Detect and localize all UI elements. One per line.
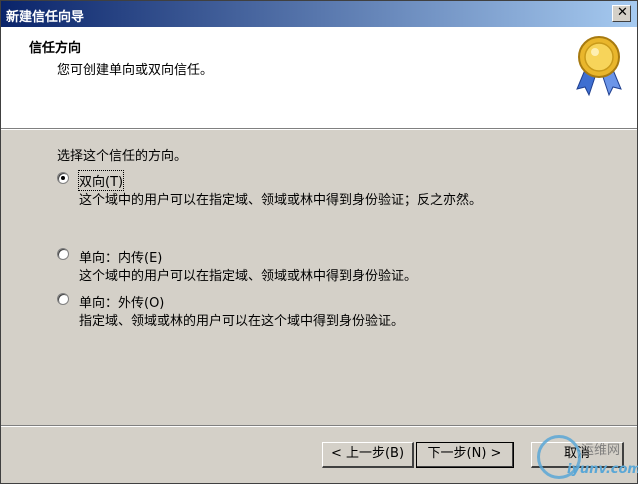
- wizard-window: 新建信任向导 ✕ 信任方向 您可创建单向或双向信任。 选择这个信任的方向。 双向…: [0, 0, 638, 484]
- header-panel: 信任方向 您可创建单向或双向信任。: [1, 27, 637, 128]
- radio-one-way-incoming[interactable]: [57, 248, 69, 260]
- award-medal-icon: [576, 36, 622, 97]
- next-button[interactable]: 下一步(N) >: [416, 442, 514, 468]
- footer-divider: [1, 425, 637, 427]
- radio-two-way[interactable]: [57, 172, 69, 184]
- window-title: 新建信任向导: [6, 10, 85, 25]
- cancel-button[interactable]: 取消: [531, 442, 624, 468]
- option-two-way-description: 这个域中的用户可以在指定域、领域或林中得到身份验证；反之亦然。: [79, 193, 483, 208]
- radio-one-way-outgoing[interactable]: [57, 293, 69, 305]
- page-subtitle: 您可创建单向或双向信任。: [57, 63, 214, 78]
- option-one-way-outgoing-description: 指定域、领域或林的用户可以在这个域中得到身份验证。: [79, 314, 405, 329]
- header-divider: [1, 128, 637, 130]
- back-button[interactable]: < 上一步(B): [322, 442, 414, 468]
- option-one-way-incoming-description: 这个域中的用户可以在指定域、领域或林中得到身份验证。: [79, 269, 418, 284]
- page-title: 信任方向: [29, 41, 82, 56]
- option-one-way-outgoing-label[interactable]: 单向：外传(O): [79, 292, 164, 311]
- option-two-way-label[interactable]: 双向(T): [77, 170, 125, 191]
- option-one-way-incoming-label[interactable]: 单向：内传(E): [79, 247, 162, 266]
- title-bar[interactable]: 新建信任向导 ✕: [1, 1, 637, 27]
- close-icon: ✕: [617, 5, 628, 20]
- direction-prompt: 选择这个信任的方向。: [57, 149, 188, 164]
- close-button[interactable]: ✕: [612, 5, 631, 22]
